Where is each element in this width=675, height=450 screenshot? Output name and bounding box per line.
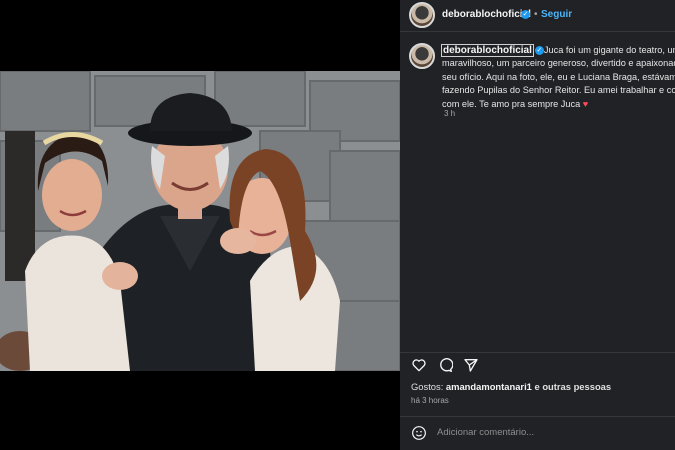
comment-input[interactable]: Adicionar comentário... xyxy=(437,427,534,438)
post-age: há 3 horas xyxy=(411,396,449,405)
caption-author-avatar[interactable] xyxy=(409,43,435,69)
heart-icon[interactable] xyxy=(411,357,427,373)
post-side-panel: deborablochoficial ✓ • Seguir deborabloc… xyxy=(400,0,675,450)
send-icon[interactable] xyxy=(463,357,479,373)
likes-user-link[interactable]: amandamontanari1 xyxy=(446,381,532,392)
likes-prefix: Gostos: xyxy=(411,381,444,392)
likes-summary: Gostos: amandamontanari1 e outras pessoa… xyxy=(411,381,611,392)
caption-line: com ele. Te amo pra sempre Juca ♥ xyxy=(442,98,675,111)
caption-line: deborablochoficial ✓ Juca foi um gigante d… xyxy=(441,44,675,57)
comment-bar: Adicionar comentário... xyxy=(400,416,675,450)
caption-username[interactable]: deborablochoficial xyxy=(441,44,534,57)
heart-emoji-icon: ♥ xyxy=(582,98,589,109)
emoji-icon[interactable] xyxy=(411,425,427,441)
caption-timestamp[interactable]: 3 h xyxy=(444,109,455,118)
caption-line: seu ofício. Aqui na foto, ele, eu e Luci… xyxy=(442,71,675,82)
post-header: deborablochoficial ✓ • Seguir xyxy=(400,0,675,32)
author-avatar[interactable] xyxy=(409,2,435,28)
author-username[interactable]: deborablochoficial xyxy=(442,9,531,20)
media-area xyxy=(0,0,400,450)
post-photo[interactable] xyxy=(0,71,400,371)
action-bar xyxy=(400,352,675,375)
follow-button[interactable]: Seguir xyxy=(541,9,572,20)
caption-line: fazendo Pupilas do Senhor Reitor. Eu ame… xyxy=(442,85,675,96)
comment-icon[interactable] xyxy=(437,357,453,373)
post-caption: deborablochoficial ✓ Juca foi um gigante d… xyxy=(441,44,675,111)
verified-badge-icon: ✓ xyxy=(534,46,544,56)
caption-text: com ele. Te amo pra sempre Juca xyxy=(442,98,581,109)
separator-dot: • xyxy=(534,9,538,20)
caption-line: maravilhoso, um parceiro generoso, diver… xyxy=(442,58,675,69)
post-photo-image xyxy=(0,71,400,371)
likes-suffix[interactable]: e outras pessoas xyxy=(535,381,612,392)
caption-text: Juca foi um gigante do teatro, um a xyxy=(543,45,675,55)
verified-badge-icon: ✓ xyxy=(521,10,530,19)
